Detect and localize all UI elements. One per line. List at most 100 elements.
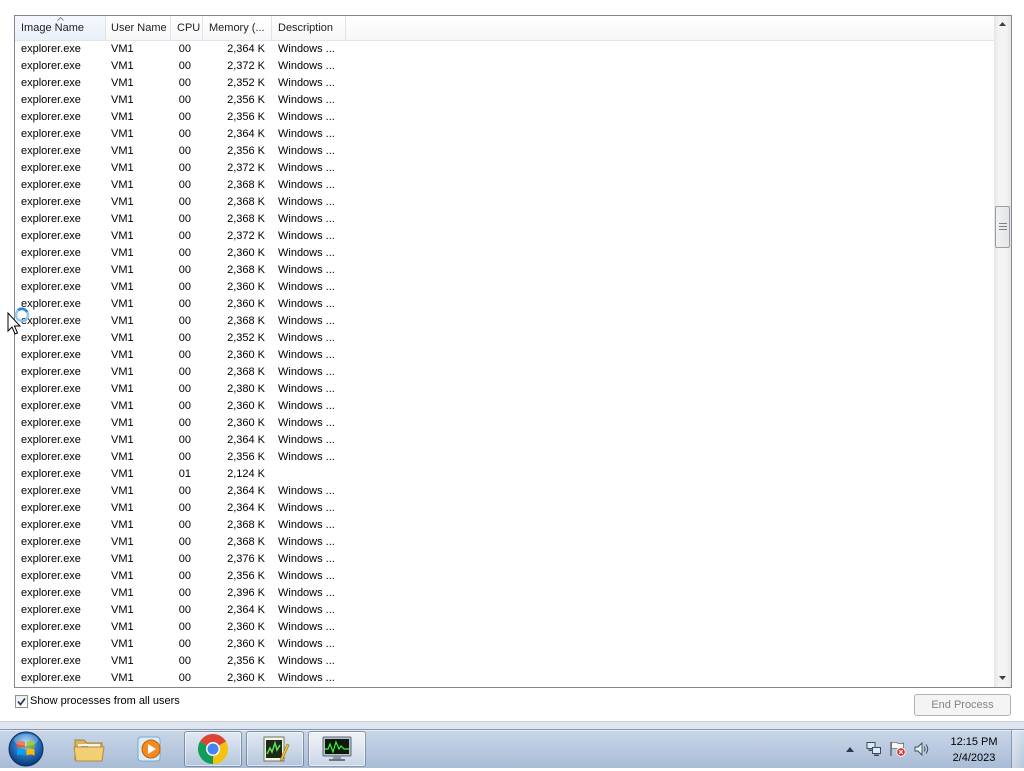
scrollbar-thumb[interactable] xyxy=(995,205,1010,248)
grip-icon xyxy=(999,222,1007,230)
process-row[interactable]: explorer.exe VM1 00 2,360 K Windows ... xyxy=(15,398,994,415)
scroll-up-button[interactable] xyxy=(994,16,1011,33)
process-row[interactable]: explorer.exe VM1 00 2,356 K Windows ... xyxy=(15,449,994,466)
process-row[interactable]: explorer.exe VM1 00 2,368 K Windows ... xyxy=(15,517,994,534)
memory-cell: 2,372 K xyxy=(227,60,265,72)
image-name-cell: explorer.exe xyxy=(21,230,81,242)
process-row[interactable]: explorer.exe VM1 00 2,372 K Windows ... xyxy=(15,58,994,75)
taskbar-button-chart-notepad[interactable] xyxy=(246,731,304,767)
description-cell: Windows ... xyxy=(278,264,335,276)
cpu-cell: 00 xyxy=(178,315,191,327)
speaker-icon[interactable] xyxy=(914,741,930,757)
process-row[interactable]: explorer.exe VM1 01 2,124 K xyxy=(15,466,994,483)
clock[interactable]: 12:15 PM 2/4/2023 xyxy=(941,734,1007,766)
user-name-cell: VM1 xyxy=(111,485,134,497)
show-all-users-label[interactable]: Show processes from all users xyxy=(30,694,180,709)
process-row[interactable]: explorer.exe VM1 00 2,360 K Windows ... xyxy=(15,415,994,432)
memory-cell: 2,356 K xyxy=(227,655,265,667)
end-process-button[interactable]: End Process xyxy=(914,694,1011,716)
process-row[interactable]: explorer.exe VM1 00 2,360 K Windows ... xyxy=(15,619,994,636)
user-name-cell: VM1 xyxy=(111,570,134,582)
clock-time: 12:15 PM xyxy=(950,736,998,748)
description-cell: Windows ... xyxy=(278,604,335,616)
process-row[interactable]: explorer.exe VM1 00 2,360 K Windows ... xyxy=(15,245,994,262)
image-name-cell: explorer.exe xyxy=(21,638,81,650)
description-cell: Windows ... xyxy=(278,502,335,514)
show-all-users-checkbox[interactable] xyxy=(15,695,28,708)
tray-overflow-arrow-icon[interactable] xyxy=(846,747,854,752)
image-name-cell: explorer.exe xyxy=(21,519,81,531)
process-row[interactable]: explorer.exe VM1 00 2,372 K Windows ... xyxy=(15,228,994,245)
process-list[interactable]: Image Name User Name CPU Memory (... Des… xyxy=(14,15,1012,688)
process-row[interactable]: explorer.exe VM1 00 2,352 K Windows ... xyxy=(15,330,994,347)
user-name-cell: VM1 xyxy=(111,111,134,123)
process-row[interactable]: explorer.exe VM1 00 2,364 K Windows ... xyxy=(15,500,994,517)
process-row[interactable]: explorer.exe VM1 00 2,360 K Windows ... xyxy=(15,296,994,313)
process-row[interactable]: explorer.exe VM1 00 2,352 K Windows ... xyxy=(15,75,994,92)
user-name-cell: VM1 xyxy=(111,281,134,293)
process-row[interactable]: explorer.exe VM1 00 2,356 K Windows ... xyxy=(15,109,994,126)
action-center-alert-icon[interactable] xyxy=(889,741,907,757)
user-name-cell: VM1 xyxy=(111,179,134,191)
taskbar-button-explorer[interactable] xyxy=(60,731,118,767)
process-row[interactable]: explorer.exe VM1 00 2,356 K Windows ... xyxy=(15,568,994,585)
cpu-cell: 00 xyxy=(178,434,191,446)
folder-icon xyxy=(73,735,105,763)
user-name-cell: VM1 xyxy=(111,196,134,208)
process-row[interactable]: explorer.exe VM1 00 2,376 K Windows ... xyxy=(15,551,994,568)
column-header-memory[interactable]: Memory (... xyxy=(203,16,272,40)
process-row[interactable]: explorer.exe VM1 00 2,364 K Windows ... xyxy=(15,483,994,500)
process-row[interactable]: explorer.exe VM1 00 2,356 K Windows ... xyxy=(15,143,994,160)
process-row[interactable]: explorer.exe VM1 00 2,368 K Windows ... xyxy=(15,534,994,551)
process-row[interactable]: explorer.exe VM1 00 2,368 K Windows ... xyxy=(15,313,994,330)
process-row[interactable]: explorer.exe VM1 00 2,368 K Windows ... xyxy=(15,211,994,228)
process-row[interactable]: explorer.exe VM1 00 2,372 K Windows ... xyxy=(15,160,994,177)
start-orb-icon[interactable] xyxy=(6,730,46,768)
process-row[interactable]: explorer.exe VM1 00 2,380 K Windows ... xyxy=(15,381,994,398)
process-row[interactable]: explorer.exe VM1 00 2,360 K Windows ... xyxy=(15,347,994,364)
process-row[interactable]: explorer.exe VM1 00 2,360 K Windows ... xyxy=(15,670,994,687)
vertical-scrollbar[interactable] xyxy=(994,16,1011,687)
memory-cell: 2,364 K xyxy=(227,128,265,140)
taskbar-button-chrome[interactable] xyxy=(184,731,242,767)
user-name-cell: VM1 xyxy=(111,332,134,344)
user-name-cell: VM1 xyxy=(111,587,134,599)
process-row[interactable]: explorer.exe VM1 00 2,360 K Windows ... xyxy=(15,279,994,296)
checkmark-icon xyxy=(17,697,26,706)
column-header-cpu[interactable]: CPU xyxy=(171,16,203,40)
network-icon[interactable] xyxy=(866,741,882,757)
description-cell: Windows ... xyxy=(278,434,335,446)
cpu-cell: 00 xyxy=(178,332,191,344)
process-row[interactable]: explorer.exe VM1 00 2,368 K Windows ... xyxy=(15,262,994,279)
image-name-cell: explorer.exe xyxy=(21,281,81,293)
process-row[interactable]: explorer.exe VM1 00 2,364 K Windows ... xyxy=(15,126,994,143)
taskbar-button-task-manager[interactable] xyxy=(308,731,366,767)
show-desktop-button[interactable] xyxy=(1011,730,1024,768)
process-row[interactable]: explorer.exe VM1 00 2,364 K Windows ... xyxy=(15,41,994,58)
description-cell: Windows ... xyxy=(278,315,335,327)
process-row[interactable]: explorer.exe VM1 00 2,364 K Windows ... xyxy=(15,432,994,449)
memory-cell: 2,376 K xyxy=(227,553,265,565)
memory-cell: 2,360 K xyxy=(227,298,265,310)
process-row[interactable]: explorer.exe VM1 00 2,396 K Windows ... xyxy=(15,585,994,602)
column-header-description[interactable]: Description xyxy=(272,16,346,40)
column-header-image-name[interactable]: Image Name xyxy=(15,16,106,40)
description-cell: Windows ... xyxy=(278,672,335,684)
cpu-cell: 00 xyxy=(178,196,191,208)
image-name-cell: explorer.exe xyxy=(21,553,81,565)
chart-notepad-icon xyxy=(260,734,290,764)
description-cell: Windows ... xyxy=(278,383,335,395)
process-row[interactable]: explorer.exe VM1 00 2,368 K Windows ... xyxy=(15,364,994,381)
process-row[interactable]: explorer.exe VM1 00 2,364 K Windows ... xyxy=(15,602,994,619)
cpu-cell: 00 xyxy=(178,655,191,667)
process-row[interactable]: explorer.exe VM1 00 2,368 K Windows ... xyxy=(15,194,994,211)
scroll-down-button[interactable] xyxy=(994,670,1011,687)
process-row[interactable]: explorer.exe VM1 00 2,368 K Windows ... xyxy=(15,177,994,194)
taskbar-button-media-player[interactable] xyxy=(122,731,180,767)
memory-cell: 2,360 K xyxy=(227,621,265,633)
process-row[interactable]: explorer.exe VM1 00 2,356 K Windows ... xyxy=(15,653,994,670)
process-row[interactable]: explorer.exe VM1 00 2,360 K Windows ... xyxy=(15,636,994,653)
process-row[interactable]: explorer.exe VM1 00 2,356 K Windows ... xyxy=(15,92,994,109)
column-header-user-name[interactable]: User Name xyxy=(106,16,171,40)
user-name-cell: VM1 xyxy=(111,655,134,667)
